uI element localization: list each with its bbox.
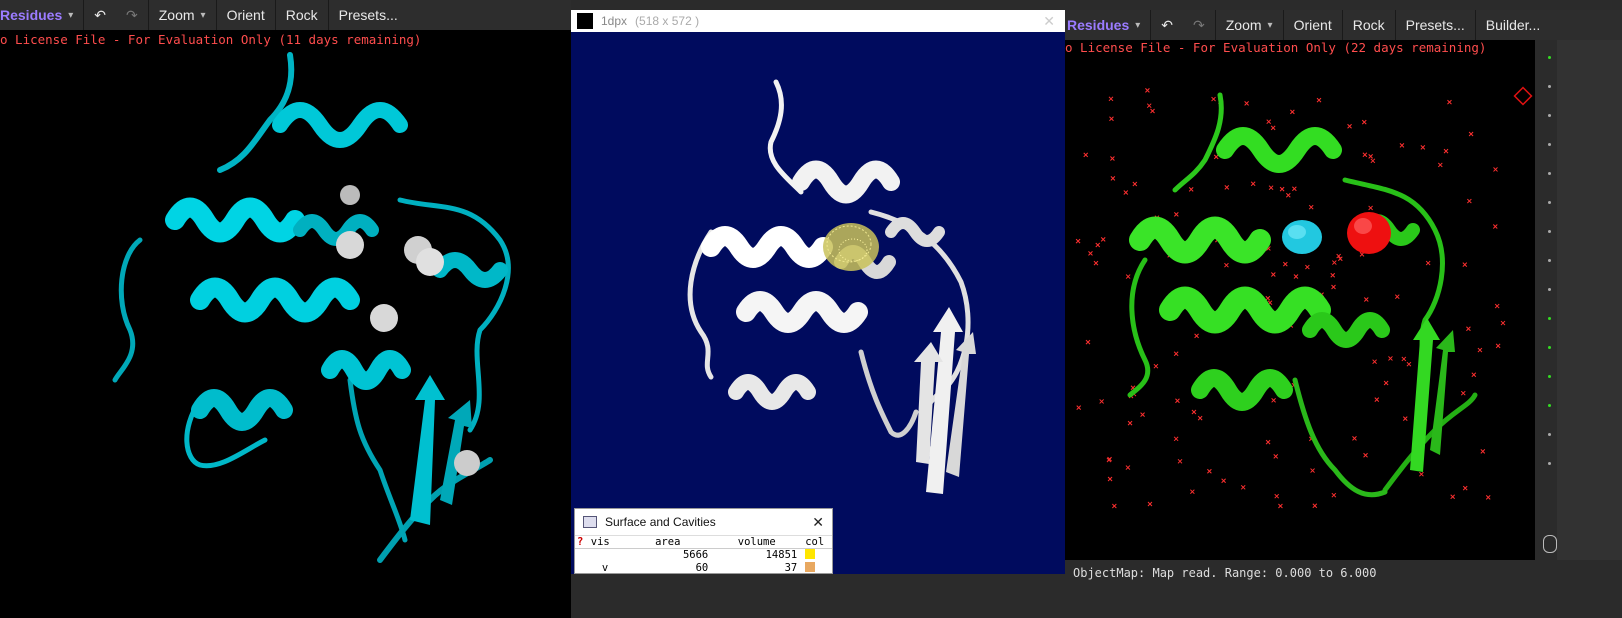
cyan-protein-cartoon [112, 52, 511, 563]
scroll-column[interactable] [1543, 40, 1557, 540]
dialog-title: Surface and Cavities [605, 515, 716, 529]
surface-cavities-dialog: Surface and Cavities ✕ ? vis area volume… [574, 508, 833, 574]
col-volume: volume [737, 536, 776, 548]
middle-viewer-window: 1dpx (518 x 572 ) ✕ Surface and Cavities… [571, 0, 1065, 618]
object-toggle-dot[interactable] [1548, 462, 1551, 465]
middle-viewport[interactable]: 1dpx (518 x 572 ) ✕ [571, 10, 1065, 574]
builder-label: Builder... [1485, 17, 1541, 33]
white-protein-cartoon [687, 79, 976, 494]
object-toggle-dot[interactable] [1548, 201, 1551, 204]
redo-button[interactable]: ↷ [1183, 10, 1215, 40]
right-toolbar: Residues ▾ ↶ ↷ Zoom ▾ Orient Rock Preset… [1065, 10, 1622, 40]
help-icon[interactable]: ? [575, 537, 587, 549]
object-toggle-dot[interactable] [1548, 259, 1551, 262]
undo-icon: ↶ [94, 6, 107, 23]
presets-button[interactable]: Presets... [329, 0, 408, 30]
undo-button[interactable]: ↶ [84, 0, 116, 30]
undo-button[interactable]: ↶ [1151, 10, 1183, 40]
cell-area: 60 [695, 562, 709, 574]
rock-label: Rock [1352, 17, 1385, 33]
redo-icon: ↷ [126, 6, 138, 23]
close-icon[interactable]: ✕ [812, 514, 824, 531]
zoom-label: Zoom [1225, 17, 1262, 33]
object-toggle-dot[interactable] [1548, 230, 1551, 233]
object-toggle-dot[interactable] [1548, 56, 1551, 59]
zoom-button[interactable]: Zoom ▾ [1216, 10, 1283, 40]
mouse-mode-icon[interactable] [1543, 535, 1557, 553]
right-3d-viewport[interactable]: o License File - For Evaluation Only (22… [1065, 40, 1535, 560]
zoom-label: Zoom [158, 7, 195, 23]
app-icon [577, 13, 593, 29]
table-row[interactable]: 5666 14851 [575, 549, 832, 563]
cavity-mesh [823, 223, 879, 271]
window-size: (518 x 572 ) [635, 14, 700, 28]
redo-icon: ↷ [1193, 16, 1205, 33]
presets-label: Presets... [1405, 17, 1465, 33]
object-toggle-dot[interactable] [1548, 346, 1551, 349]
object-toggle-dot[interactable] [1548, 114, 1551, 117]
cell-vis[interactable]: v [587, 562, 624, 575]
cell-volume: 37 [784, 562, 798, 574]
residues-selector[interactable]: Residues ▾ [1065, 10, 1150, 40]
status-message: ObjectMap: Map read. Range: 0.000 to 6.0… [1073, 566, 1377, 580]
table-header: ? vis area volume col [575, 537, 832, 549]
left-3d-viewport[interactable] [0, 50, 571, 618]
builder-button[interactable]: Builder... [1476, 10, 1550, 40]
object-toggle-dot[interactable] [1548, 433, 1551, 436]
zoom-button[interactable]: Zoom ▾ [149, 0, 216, 30]
cell-volume: 14851 [765, 549, 798, 561]
col-color: col [805, 537, 825, 548]
orient-button[interactable]: Orient [217, 0, 275, 30]
object-toggle-dot[interactable] [1548, 317, 1551, 320]
left-pymol-pane: Residues ▾ ↶ ↷ Zoom ▾ Orient Rock Preset… [0, 0, 571, 618]
redo-button[interactable]: ↷ [116, 0, 148, 30]
color-swatch[interactable] [801, 562, 832, 575]
presets-button[interactable]: Presets... [1396, 10, 1475, 40]
rock-button[interactable]: Rock [276, 0, 328, 30]
orient-label: Orient [226, 7, 265, 23]
cube-indicator-icon [1513, 86, 1533, 106]
orient-label: Orient [1293, 17, 1332, 33]
right-residues-label: Residues [1067, 17, 1130, 33]
col-area: area [655, 536, 681, 548]
cavity-blobs [1282, 212, 1391, 254]
undo-icon: ↶ [1161, 16, 1174, 33]
window-titlebar: 1dpx (518 x 572 ) ✕ [571, 10, 1065, 32]
object-toggle-dot[interactable] [1548, 404, 1551, 407]
green-protein-cartoon [1075, 86, 1533, 509]
object-toggle-dot[interactable] [1548, 85, 1551, 88]
right-pymol-pane: Residues ▾ ↶ ↷ Zoom ▾ Orient Rock Preset… [1065, 0, 1622, 618]
object-toggle-dot[interactable] [1548, 288, 1551, 291]
left-residues-label: Residues [0, 7, 63, 23]
orient-button[interactable]: Orient [1284, 10, 1342, 40]
table-row[interactable]: v 60 37 [575, 562, 832, 575]
license-warning: o License File - For Evaluation Only (11… [0, 32, 422, 47]
rock-label: Rock [285, 7, 318, 23]
side-icon-strip [1535, 40, 1622, 560]
chevron-down-icon: ▾ [1135, 19, 1141, 31]
chevron-down-icon: ▾ [1267, 19, 1273, 31]
residues-selector[interactable]: Residues ▾ [0, 0, 83, 30]
rock-button[interactable]: Rock [1343, 10, 1395, 40]
dialog-titlebar: Surface and Cavities ✕ [575, 509, 832, 536]
cell-area: 5666 [682, 549, 709, 561]
cell-vis[interactable] [587, 549, 624, 563]
dialog-app-icon [583, 516, 597, 528]
object-toggle-dot[interactable] [1548, 375, 1551, 378]
col-vis: vis [590, 536, 610, 548]
beta-strand-arrow [410, 375, 445, 525]
color-swatch[interactable] [801, 549, 832, 563]
object-toggle-dot[interactable] [1548, 143, 1551, 146]
cavities-table: ? vis area volume col 5666 14851 v 60 37 [575, 537, 832, 575]
license-warning: o License File - For Evaluation Only (22… [1065, 40, 1487, 55]
object-toggle-dot[interactable] [1548, 172, 1551, 175]
chevron-down-icon: ▾ [68, 9, 74, 21]
close-icon[interactable]: ✕ [1043, 13, 1055, 30]
window-title: 1dpx [601, 14, 628, 28]
presets-label: Presets... [338, 7, 398, 23]
chevron-down-icon: ▾ [200, 9, 206, 21]
left-toolbar: Residues ▾ ↶ ↷ Zoom ▾ Orient Rock Preset… [0, 0, 571, 30]
